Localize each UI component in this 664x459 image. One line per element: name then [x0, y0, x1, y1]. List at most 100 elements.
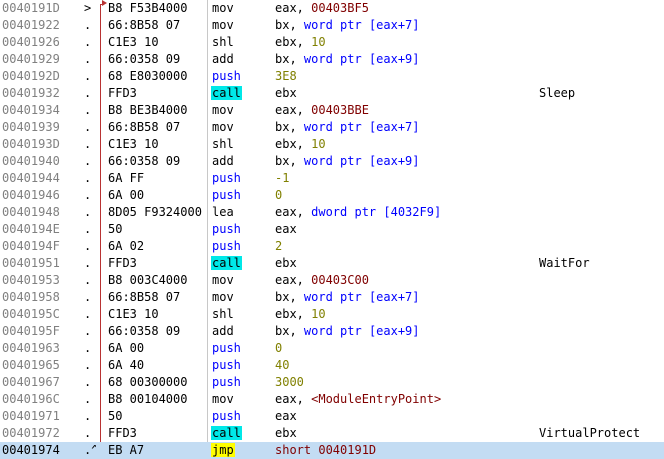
comment-cell	[539, 374, 664, 391]
operand-token: [4032F9]	[383, 205, 442, 219]
disasm-row[interactable]: 00401951. FFD3 call ebx WaitFor	[0, 255, 664, 272]
mnemonic-cell: lea	[211, 204, 271, 221]
mnemonic-text: call	[211, 426, 242, 440]
disasm-row[interactable]: 00401958. 66:8B58 07 mov bx, word ptr [eax+…	[0, 289, 664, 306]
operand-token: ebx,	[275, 137, 312, 151]
operand-token: eax,	[275, 205, 312, 219]
operand-token: [eax+7]	[368, 290, 420, 304]
disasm-row[interactable]: 00401940. 66:0358 09 add bx, word ptr [eax+…	[0, 153, 664, 170]
disasm-row[interactable]: 00401922. 66:8B58 07 mov bx, word ptr [eax+…	[0, 17, 664, 34]
address-cell: 00401946	[2, 188, 60, 202]
mnemonic-text: shl	[212, 35, 234, 49]
address-cell: 0040196C	[2, 392, 60, 406]
disasm-row[interactable]: 0040193D. C1E3 10 shl ebx, 10	[0, 136, 664, 153]
mnemonic-cell: push	[211, 374, 271, 391]
disasm-row[interactable]: 0040194E. 50 push eax	[0, 221, 664, 238]
opcode-bytes: B8 BE3B4000	[108, 103, 188, 117]
operand-token: 00403C00	[311, 273, 369, 287]
gutter-marker: .	[84, 171, 92, 185]
operand-cell: ebx	[275, 255, 525, 272]
operand-cell: eax, 00403BF5	[275, 0, 525, 17]
operand-token: 40	[275, 358, 290, 372]
mnemonic-cell: mov	[211, 17, 271, 34]
opcode-bytes: 6A 00	[108, 188, 145, 202]
operand-token: 0	[275, 188, 283, 202]
address-cell: 00401940	[2, 154, 60, 168]
operand-cell: 0	[275, 340, 525, 357]
operand-cell: -1	[275, 170, 525, 187]
address-cell: 00401922	[2, 18, 60, 32]
disasm-row[interactable]: 00401926. C1E3 10 shl ebx, 10	[0, 34, 664, 51]
disasm-row[interactable]: 00401971. 50 push eax	[0, 408, 664, 425]
address-cell: 0040195C	[2, 307, 60, 321]
address-cell: 00401972	[2, 426, 60, 440]
comment-cell	[539, 357, 664, 374]
operand-token: word ptr	[303, 290, 369, 304]
operand-cell: ebx, 10	[275, 34, 525, 51]
mnemonic-cell: mov	[211, 272, 271, 289]
mnemonic-text: shl	[212, 307, 234, 321]
mnemonic-cell: mov	[211, 391, 271, 408]
mnemonic-text: add	[212, 154, 234, 168]
disasm-row[interactable]: 00401939. 66:8B58 07 mov bx, word ptr [eax+…	[0, 119, 664, 136]
operand-token: dword ptr	[311, 205, 384, 219]
disasm-row[interactable]: 00401974 .^ EB A7 jmp short 0040191D	[0, 442, 664, 459]
mnemonic-text: mov	[212, 392, 234, 406]
opcode-bytes: 6A 02	[108, 239, 145, 253]
operand-token: 2	[275, 239, 283, 253]
gutter-marker: .	[84, 239, 92, 253]
comment-cell	[539, 442, 664, 459]
opcode-bytes: C1E3 10	[108, 137, 159, 151]
disassembly-view[interactable]: 0040191D > B8 F53B4000 mov eax, 00403BF5 0040…	[0, 0, 664, 459]
disasm-row[interactable]: 0040195F. 66:0358 09 add bx, word ptr [eax+…	[0, 323, 664, 340]
gutter-marker: .	[84, 341, 92, 355]
opcode-bytes: FFD3	[108, 86, 137, 100]
operand-token: 10	[311, 137, 326, 151]
disasm-row[interactable]: 00401972. FFD3 call ebx VirtualProtect	[0, 425, 664, 442]
disasm-row[interactable]: 00401946. 6A 00 push 0	[0, 187, 664, 204]
comment-cell	[539, 0, 664, 17]
address-cell: 00401944	[2, 171, 60, 185]
disasm-row[interactable]: 00401967. 68 00300000 push 3000	[0, 374, 664, 391]
operand-cell: bx, word ptr [eax+9]	[275, 323, 525, 340]
operand-cell: ebx, 10	[275, 306, 525, 323]
operand-token: [eax+7]	[368, 120, 420, 134]
comment-cell	[539, 238, 664, 255]
address-cell: 0040194F	[2, 239, 60, 253]
disasm-row[interactable]: 00401953. B8 003C4000 mov eax, 00403C00	[0, 272, 664, 289]
comment-cell	[539, 153, 664, 170]
comment-cell	[539, 391, 664, 408]
disasm-row[interactable]: 0040194F. 6A 02 push 2	[0, 238, 664, 255]
operand-cell: eax, 00403C00	[275, 272, 525, 289]
gutter-marker: .	[84, 86, 92, 100]
disasm-row[interactable]: 0040195C. C1E3 10 shl ebx, 10	[0, 306, 664, 323]
mnemonic-text: push	[212, 341, 241, 355]
disasm-row[interactable]: 00401963. 6A 00 push 0	[0, 340, 664, 357]
disasm-row[interactable]: 00401948. 8D05 F9324000 lea eax, dword ptr …	[0, 204, 664, 221]
disasm-row[interactable]: 00401934. B8 BE3B4000 mov eax, 00403BBE	[0, 102, 664, 119]
comment-cell	[539, 170, 664, 187]
disasm-row[interactable]: 00401929. 66:0358 09 add bx, word ptr [eax+…	[0, 51, 664, 68]
mnemonic-cell: push	[211, 408, 271, 425]
operand-token: 0	[275, 341, 283, 355]
address-cell: 00401974	[2, 442, 82, 459]
mnemonic-text: push	[212, 69, 241, 83]
comment-cell	[539, 119, 664, 136]
operand-token: 3000	[275, 375, 304, 389]
gutter-marker: .	[84, 392, 92, 406]
opcode-bytes: 68 00300000	[108, 375, 188, 389]
gutter-marker: .	[84, 35, 92, 49]
disasm-row[interactable]: 0040192D. 68 E8030000 push 3E8	[0, 68, 664, 85]
disasm-row[interactable]: 0040191D > B8 F53B4000 mov eax, 00403BF5	[0, 0, 664, 17]
address-cell: 00401965	[2, 358, 60, 372]
mnemonic-cell: call	[211, 85, 271, 102]
comment-cell	[539, 102, 664, 119]
disasm-row[interactable]: 00401932. FFD3 call ebx Sleep	[0, 85, 664, 102]
mnemonic-text: jmp	[211, 443, 235, 457]
mnemonic-text: mov	[212, 18, 234, 32]
disasm-row[interactable]: 0040196C. B8 00104000 mov eax, <ModuleEntry…	[0, 391, 664, 408]
operand-token: word ptr	[303, 324, 369, 338]
disasm-row[interactable]: 00401944. 6A FF push -1	[0, 170, 664, 187]
address-cell: 00401932	[2, 86, 60, 100]
disasm-row[interactable]: 00401965. 6A 40 push 40	[0, 357, 664, 374]
